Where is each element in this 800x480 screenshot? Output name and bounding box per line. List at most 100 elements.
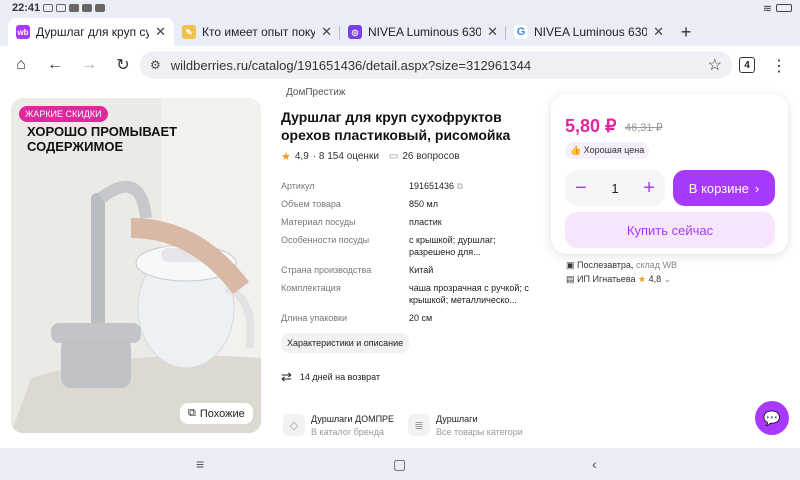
product-properties: Артикул 191651436 ⧉ Объем товара 850 мл … — [281, 180, 541, 330]
battery-icon — [776, 4, 792, 12]
current-price: 5,80 ₽ — [565, 116, 617, 136]
site-settings-icon[interactable]: ⚙ — [150, 58, 161, 72]
hot-deals-badge: ЖАРКИЕ СКИДКИ — [19, 106, 108, 122]
wifi-icon: ≋ — [762, 2, 772, 15]
property-value: 850 мл — [409, 199, 438, 209]
good-price-badge: 👍 Хорошая цена — [565, 142, 650, 159]
increase-button[interactable]: + — [643, 177, 655, 200]
close-tab-icon[interactable]: ✕ — [155, 24, 166, 40]
close-tab-icon[interactable]: ✕ — [321, 24, 332, 40]
system-navigation-bar: ≡ ▢ ‹ — [0, 448, 800, 480]
tab-nivea-1[interactable]: ◎ NIVEA Luminous 630 An ✕ — [340, 18, 506, 46]
chevron-right-icon: › — [754, 180, 760, 196]
delivery-date: Послезавтра, — [577, 260, 634, 270]
category-link[interactable]: ≣ Дуршлаги Все товары категори — [408, 414, 523, 437]
category-sub: Все товары категори — [436, 427, 523, 437]
back-nav-icon[interactable]: ‹ — [592, 456, 597, 472]
image-search-icon: ⧉ — [188, 407, 196, 419]
seller-link[interactable]: ▤ ИП Игнатьева ★ 4,8 ⌄ — [566, 272, 677, 286]
quantity-stepper: − 1 + — [565, 170, 665, 206]
tab-forum[interactable]: ✎ Кто имеет опыт покупк ✕ — [174, 18, 340, 46]
layers-icon: ≣ — [408, 414, 430, 436]
in-cart-button[interactable]: В корзине › — [673, 170, 775, 206]
property-row: Объем товара 850 мл — [281, 198, 541, 210]
wildberries-favicon-icon: wb — [16, 25, 30, 39]
questions-icon: ▭ — [388, 151, 399, 162]
page-content: ЖАРКИЕ СКИДКИ ХОРОШО ПРОМЫВАЕТ СОДЕРЖИМО… — [0, 84, 800, 448]
menu-icon[interactable]: ⋮ — [771, 56, 787, 76]
tab-title: Дуршлаг для круп сухо — [36, 25, 150, 39]
category-name: Дуршлаги — [436, 414, 478, 424]
truck-icon: ▣ — [566, 260, 575, 270]
tab-wildberries[interactable]: wb Дуршлаг для круп сухо ✕ — [8, 18, 174, 46]
brand-catalog-link[interactable]: ◇ Дуршлаги ДОМПРЕ В каталог бренда — [283, 414, 394, 437]
recents-icon[interactable]: ≡ — [196, 456, 204, 472]
seller-name: ИП Игнатьева — [577, 274, 636, 284]
tab-nivea-2[interactable]: G NIVEA Luminous 630 An ✕ — [506, 18, 672, 46]
back-icon[interactable]: ← — [38, 48, 72, 82]
property-value: чаша прозрачная с ручкой; с крышкой; мет… — [409, 283, 529, 305]
questions-count[interactable]: 26 вопросов — [402, 151, 459, 162]
close-tab-icon[interactable]: ✕ — [487, 24, 498, 40]
browser-tab-strip: wb Дуршлаг для круп сухо ✕ ✎ Кто имеет о… — [0, 16, 800, 46]
delivery-warehouse: склад WB — [635, 260, 677, 270]
chat-button[interactable]: 💬 — [755, 401, 789, 435]
chevron-down-icon: ⌄ — [663, 274, 672, 284]
new-tab-button[interactable]: + — [672, 18, 700, 46]
seller-rating: 4,8 — [648, 274, 662, 284]
rating-row[interactable]: ★ 4,9 · 8 154 оценки ▭ 26 вопросов — [281, 150, 460, 163]
photo-caption: ХОРОШО ПРОМЫВАЕТ СОДЕРЖИМОЕ — [27, 124, 178, 154]
home-icon[interactable]: ⌂ — [4, 48, 38, 82]
property-value: 191651436 ⧉ — [409, 181, 464, 191]
home-nav-icon[interactable]: ▢ — [393, 456, 406, 473]
system-status-bar: 22:41 ≋ — [0, 0, 800, 16]
similar-button[interactable]: ⧉ Похожие — [180, 403, 253, 424]
brand-catalog-name: Дуршлаги ДОМПРЕ — [311, 414, 395, 424]
similar-label: Похожие — [199, 407, 245, 420]
property-key: Материал посуды — [281, 217, 356, 227]
returns-label: 14 дней на возврат — [299, 372, 381, 382]
url-text: wildberries.ru/catalog/191651436/detail.… — [170, 57, 532, 73]
brand-link[interactable]: ДомПрестиж — [286, 87, 346, 98]
copy-icon[interactable]: ⧉ — [457, 181, 463, 191]
status-time: 22:41 — [12, 2, 41, 14]
property-row: Комплектация чаша прозрачная с ручкой; с… — [281, 282, 541, 306]
property-row: Артикул 191651436 ⧉ — [281, 180, 541, 192]
reload-icon[interactable]: ↻ — [106, 48, 140, 82]
site-favicon-icon: ◎ — [348, 25, 362, 39]
buy-now-button[interactable]: Купить сейчас — [565, 212, 775, 248]
notification-icon — [95, 4, 106, 12]
notification-icon — [69, 4, 80, 12]
chat-icon: 💬 — [763, 409, 781, 426]
address-bar[interactable]: ⚙ wildberries.ru/catalog/191651436/detai… — [140, 51, 732, 79]
product-title: Дуршлаг для круп сухофруктов орехов плас… — [281, 109, 511, 143]
property-key: Комплектация — [281, 283, 341, 293]
notification-icon — [43, 4, 54, 12]
decrease-button[interactable]: − — [575, 177, 587, 200]
tab-switcher-button[interactable]: 4 — [739, 57, 755, 73]
property-key: Длина упаковки — [281, 313, 348, 323]
in-cart-label: В корзине — [688, 180, 749, 196]
google-favicon-icon: G — [514, 25, 528, 39]
reviews-count[interactable]: · 8 154 оценки — [313, 151, 379, 162]
tag-icon: ◇ — [283, 414, 305, 436]
star-icon: ★ — [638, 274, 647, 284]
thumbs-up-icon: 👍 — [570, 145, 582, 155]
tab-title: NIVEA Luminous 630 An — [368, 25, 482, 39]
bookmark-star-icon[interactable]: ☆ — [708, 55, 722, 75]
forward-icon[interactable]: → — [72, 48, 106, 82]
property-key: Артикул — [281, 181, 315, 191]
return-arrows-icon: ⇄ — [281, 369, 292, 384]
rating-value: 4,9 — [294, 151, 309, 162]
notification-icon — [56, 4, 67, 12]
delivery-info: ▣ Послезавтра, склад WB ▤ ИП Игнатьева ★… — [566, 258, 677, 286]
property-row: Длина упаковки 20 см — [281, 312, 541, 324]
property-key: Особенности посуды — [281, 235, 370, 245]
product-photo[interactable]: ЖАРКИЕ СКИДКИ ХОРОШО ПРОМЫВАЕТ СОДЕРЖИМО… — [11, 98, 261, 433]
property-row: Страна производства Китай — [281, 264, 541, 276]
brand-catalog-sub: В каталог бренда — [311, 427, 385, 437]
property-value: 20 см — [409, 313, 433, 323]
close-tab-icon[interactable]: ✕ — [653, 24, 664, 40]
specs-and-description-button[interactable]: Характеристики и описание — [281, 333, 410, 353]
star-icon: ★ — [281, 151, 291, 163]
